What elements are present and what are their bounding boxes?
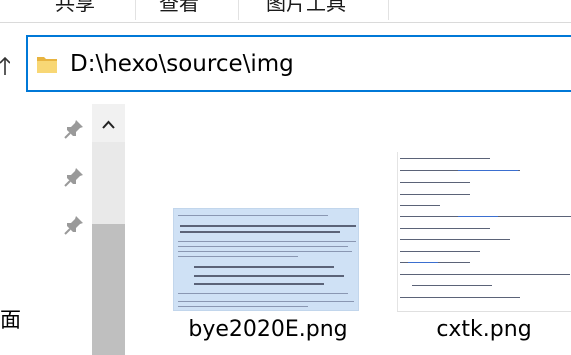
ribbon-separator [135, 0, 136, 20]
tab-view[interactable]: 查看 [159, 0, 199, 16]
file-thumbnail-cxtk[interactable] [397, 152, 571, 311]
up-arrow-icon[interactable] [0, 55, 11, 79]
tab-share[interactable]: 共享 [55, 0, 95, 16]
file-name[interactable]: cxtk.png [399, 316, 569, 344]
scroll-thumb[interactable] [92, 224, 125, 355]
nav-scrollbar[interactable] [92, 104, 125, 355]
address-bar[interactable]: D:\hexo\source\img [26, 35, 571, 92]
file-name[interactable]: bye2020E.png [178, 316, 358, 344]
pin-icon[interactable] [62, 165, 86, 189]
folder-icon [36, 53, 58, 75]
pin-icon[interactable] [62, 117, 86, 141]
ribbon-separator [238, 0, 239, 20]
address-path[interactable]: D:\hexo\source\img [70, 49, 294, 79]
tab-picture-tools[interactable]: 图片工具 [266, 0, 346, 16]
file-thumbnail-bye2020E[interactable] [173, 208, 359, 311]
pin-icon[interactable] [62, 213, 86, 237]
chevron-up-icon [102, 120, 115, 129]
scroll-up-button[interactable] [92, 104, 125, 142]
ribbon-divider [0, 22, 571, 23]
ribbon-separator [388, 0, 389, 20]
nav-item-partial[interactable]: 面 [0, 306, 21, 334]
ribbon-tab-strip: 共享 查看 图片工具 [0, 0, 571, 22]
